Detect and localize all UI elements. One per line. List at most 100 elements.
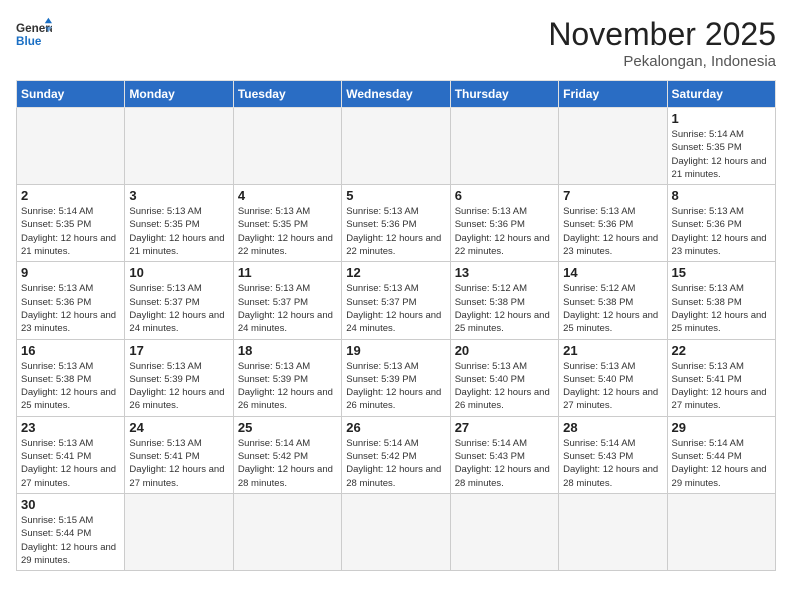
calendar-cell: 20 Sunrise: 5:13 AMSunset: 5:40 PMDayligh… [450, 339, 558, 416]
weekday-header-tuesday: Tuesday [233, 81, 341, 108]
day-info: Sunrise: 5:13 AMSunset: 5:40 PMDaylight:… [563, 360, 662, 413]
calendar-cell [233, 493, 341, 570]
calendar-cell [342, 108, 450, 185]
day-number: 3 [129, 188, 228, 203]
day-info: Sunrise: 5:13 AMSunset: 5:36 PMDaylight:… [21, 282, 120, 335]
calendar-cell [559, 108, 667, 185]
day-number: 21 [563, 343, 662, 358]
day-number: 1 [672, 111, 771, 126]
weekday-header-friday: Friday [559, 81, 667, 108]
calendar-cell: 6 Sunrise: 5:13 AMSunset: 5:36 PMDaylight… [450, 185, 558, 262]
calendar-cell [559, 493, 667, 570]
day-info: Sunrise: 5:14 AMSunset: 5:42 PMDaylight:… [346, 437, 445, 490]
day-number: 7 [563, 188, 662, 203]
day-info: Sunrise: 5:13 AMSunset: 5:38 PMDaylight:… [21, 360, 120, 413]
calendar-cell [450, 108, 558, 185]
day-info: Sunrise: 5:13 AMSunset: 5:40 PMDaylight:… [455, 360, 554, 413]
week-row-5: 23 Sunrise: 5:13 AMSunset: 5:41 PMDayligh… [17, 416, 776, 493]
calendar-cell: 30Sunrise: 5:15 AMSunset: 5:44 PMDayligh… [17, 493, 125, 570]
day-info: Sunrise: 5:15 AMSunset: 5:44 PMDaylight:… [21, 514, 120, 567]
week-row-6: 30Sunrise: 5:15 AMSunset: 5:44 PMDayligh… [17, 493, 776, 570]
calendar-cell: 27Sunrise: 5:14 AMSunset: 5:43 PMDayligh… [450, 416, 558, 493]
day-info: Sunrise: 5:13 AMSunset: 5:36 PMDaylight:… [672, 205, 771, 258]
day-info: Sunrise: 5:13 AMSunset: 5:37 PMDaylight:… [129, 282, 228, 335]
calendar-cell: 12 Sunrise: 5:13 AMSunset: 5:37 PMDayligh… [342, 262, 450, 339]
weekday-header-thursday: Thursday [450, 81, 558, 108]
day-number: 29 [672, 420, 771, 435]
logo-icon: General Blue [16, 16, 52, 52]
calendar-cell: 16 Sunrise: 5:13 AMSunset: 5:38 PMDayligh… [17, 339, 125, 416]
calendar-cell: 10 Sunrise: 5:13 AMSunset: 5:37 PMDayligh… [125, 262, 233, 339]
day-number: 11 [238, 265, 337, 280]
day-info: Sunrise: 5:13 AMSunset: 5:39 PMDaylight:… [238, 360, 337, 413]
calendar-cell: 17Sunrise: 5:13 AMSunset: 5:39 PMDayligh… [125, 339, 233, 416]
calendar-cell: 29 Sunrise: 5:14 AMSunset: 5:44 PMDayligh… [667, 416, 775, 493]
day-number: 26 [346, 420, 445, 435]
day-info: Sunrise: 5:13 AMSunset: 5:37 PMDaylight:… [346, 282, 445, 335]
calendar-cell: 18Sunrise: 5:13 AMSunset: 5:39 PMDayligh… [233, 339, 341, 416]
week-row-2: 2Sunrise: 5:14 AMSunset: 5:35 PMDaylight… [17, 185, 776, 262]
calendar-cell: 4 Sunrise: 5:13 AMSunset: 5:35 PMDaylight… [233, 185, 341, 262]
calendar-table: SundayMondayTuesdayWednesdayThursdayFrid… [16, 80, 776, 571]
day-number: 23 [21, 420, 120, 435]
calendar-cell [125, 108, 233, 185]
day-number: 19 [346, 343, 445, 358]
calendar-cell [342, 493, 450, 570]
day-info: Sunrise: 5:14 AMSunset: 5:44 PMDaylight:… [672, 437, 771, 490]
calendar-cell: 15Sunrise: 5:13 AMSunset: 5:38 PMDayligh… [667, 262, 775, 339]
calendar-cell [450, 493, 558, 570]
day-number: 28 [563, 420, 662, 435]
day-info: Sunrise: 5:13 AMSunset: 5:41 PMDaylight:… [129, 437, 228, 490]
day-info: Sunrise: 5:13 AMSunset: 5:35 PMDaylight:… [129, 205, 228, 258]
page-header: General Blue November 2025 Pekalongan, I… [16, 16, 776, 70]
day-number: 25 [238, 420, 337, 435]
day-info: Sunrise: 5:12 AMSunset: 5:38 PMDaylight:… [563, 282, 662, 335]
title-block: November 2025 Pekalongan, Indonesia [548, 16, 776, 70]
day-info: Sunrise: 5:13 AMSunset: 5:35 PMDaylight:… [238, 205, 337, 258]
day-info: Sunrise: 5:13 AMSunset: 5:41 PMDaylight:… [21, 437, 120, 490]
calendar-cell: 26 Sunrise: 5:14 AMSunset: 5:42 PMDayligh… [342, 416, 450, 493]
calendar-cell: 3 Sunrise: 5:13 AMSunset: 5:35 PMDaylight… [125, 185, 233, 262]
day-info: Sunrise: 5:14 AMSunset: 5:42 PMDaylight:… [238, 437, 337, 490]
calendar-cell: 21 Sunrise: 5:13 AMSunset: 5:40 PMDayligh… [559, 339, 667, 416]
day-number: 16 [21, 343, 120, 358]
day-number: 9 [21, 265, 120, 280]
calendar-cell: 19Sunrise: 5:13 AMSunset: 5:39 PMDayligh… [342, 339, 450, 416]
location-subtitle: Pekalongan, Indonesia [548, 53, 776, 70]
calendar-cell: 7Sunrise: 5:13 AMSunset: 5:36 PMDaylight… [559, 185, 667, 262]
day-number: 8 [672, 188, 771, 203]
week-row-1: 1 Sunrise: 5:14 AMSunset: 5:35 PMDaylight… [17, 108, 776, 185]
calendar-cell [667, 493, 775, 570]
calendar-cell: 14Sunrise: 5:12 AMSunset: 5:38 PMDayligh… [559, 262, 667, 339]
day-info: Sunrise: 5:14 AMSunset: 5:35 PMDaylight:… [21, 205, 120, 258]
day-number: 17 [129, 343, 228, 358]
day-number: 24 [129, 420, 228, 435]
calendar-cell [233, 108, 341, 185]
day-number: 22 [672, 343, 771, 358]
calendar-cell: 24 Sunrise: 5:13 AMSunset: 5:41 PMDayligh… [125, 416, 233, 493]
weekday-header-monday: Monday [125, 81, 233, 108]
day-info: Sunrise: 5:12 AMSunset: 5:38 PMDaylight:… [455, 282, 554, 335]
day-number: 10 [129, 265, 228, 280]
weekday-header-sunday: Sunday [17, 81, 125, 108]
week-row-4: 16 Sunrise: 5:13 AMSunset: 5:38 PMDayligh… [17, 339, 776, 416]
day-info: Sunrise: 5:14 AMSunset: 5:35 PMDaylight:… [672, 128, 771, 181]
day-info: Sunrise: 5:13 AMSunset: 5:36 PMDaylight:… [455, 205, 554, 258]
day-info: Sunrise: 5:14 AMSunset: 5:43 PMDaylight:… [455, 437, 554, 490]
logo: General Blue [16, 16, 52, 52]
calendar-cell: 11Sunrise: 5:13 AMSunset: 5:37 PMDayligh… [233, 262, 341, 339]
calendar-cell: 1 Sunrise: 5:14 AMSunset: 5:35 PMDaylight… [667, 108, 775, 185]
day-info: Sunrise: 5:14 AMSunset: 5:43 PMDaylight:… [563, 437, 662, 490]
calendar-cell: 28 Sunrise: 5:14 AMSunset: 5:43 PMDayligh… [559, 416, 667, 493]
calendar-cell: 25 Sunrise: 5:14 AMSunset: 5:42 PMDayligh… [233, 416, 341, 493]
calendar-cell: 9 Sunrise: 5:13 AMSunset: 5:36 PMDaylight… [17, 262, 125, 339]
day-number: 13 [455, 265, 554, 280]
day-number: 4 [238, 188, 337, 203]
day-number: 6 [455, 188, 554, 203]
weekday-header-row: SundayMondayTuesdayWednesdayThursdayFrid… [17, 81, 776, 108]
day-number: 12 [346, 265, 445, 280]
calendar-cell [17, 108, 125, 185]
day-number: 20 [455, 343, 554, 358]
day-number: 5 [346, 188, 445, 203]
day-info: Sunrise: 5:13 AMSunset: 5:38 PMDaylight:… [672, 282, 771, 335]
